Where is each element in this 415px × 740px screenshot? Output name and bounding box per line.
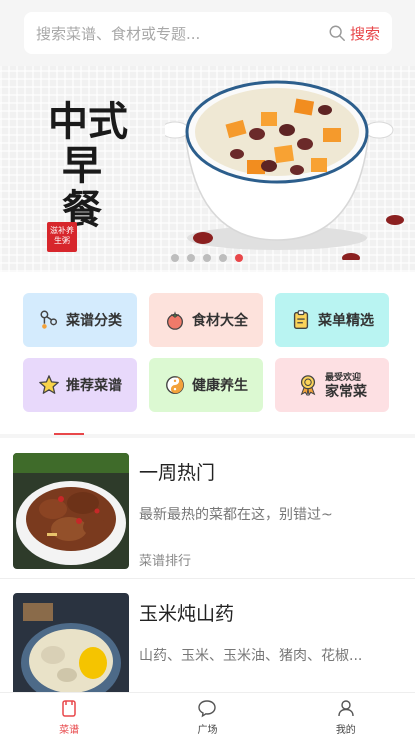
banner-seal: 滋补养生粥 bbox=[47, 222, 77, 252]
medal-icon bbox=[300, 375, 316, 396]
tab-indicator bbox=[54, 433, 84, 435]
list-item-title: 玉米炖山药 bbox=[139, 603, 235, 625]
category-recommended[interactable]: 推荐菜谱 bbox=[23, 358, 137, 412]
category-label: 推荐菜谱 bbox=[66, 378, 122, 394]
nav-label: 我的 bbox=[335, 724, 356, 736]
category-label: 菜单精选 bbox=[318, 313, 374, 329]
search-placeholder: 搜索菜谱、食材或专题... bbox=[36, 24, 201, 43]
recipe-list: 一周热门 最新最热的菜都在这，别错过~ 菜谱排行 玉米炖山药 山药、玉米、玉米油… bbox=[0, 438, 415, 692]
search-button[interactable]: 搜索 bbox=[350, 23, 380, 44]
category-label-stack: 最受欢迎 家常菜 bbox=[325, 371, 367, 399]
nav-label: 菜谱 bbox=[59, 724, 80, 736]
list-item[interactable]: 一周热门 最新最热的菜都在这，别错过~ 菜谱排行 bbox=[0, 438, 415, 578]
list-item-thumbnail bbox=[13, 453, 129, 569]
list-item-desc: 最新最热的菜都在这，别错过~ bbox=[139, 507, 333, 523]
bottom-nav: 菜谱 广场 我的 bbox=[0, 692, 415, 740]
category-label: 健康养生 bbox=[192, 378, 248, 394]
category-ingredients[interactable]: 食材大全 bbox=[149, 293, 263, 347]
carousel-dot[interactable] bbox=[203, 254, 211, 262]
carousel-dots[interactable] bbox=[171, 254, 243, 262]
banner-title: 中式 早餐 bbox=[48, 100, 128, 232]
search-input[interactable]: 搜索菜谱、食材或专题... 搜索 bbox=[24, 12, 392, 54]
category-label: 食材大全 bbox=[192, 313, 248, 329]
category-home-cooking[interactable]: 最受欢迎 家常菜 bbox=[275, 358, 389, 412]
list-item-thumbnail bbox=[13, 593, 129, 692]
star-icon bbox=[39, 375, 59, 394]
carousel-dot[interactable] bbox=[171, 254, 179, 262]
category-recipe-classification[interactable]: 菜谱分类 bbox=[23, 293, 137, 347]
nav-item-profile[interactable]: 我的 bbox=[277, 693, 415, 740]
carousel-dot-active[interactable] bbox=[235, 254, 243, 262]
banner-title-line1: 中式 bbox=[48, 98, 128, 145]
nav-item-square[interactable]: 广场 bbox=[138, 693, 276, 740]
user-icon bbox=[338, 699, 354, 716]
category-health[interactable]: 健康养生 bbox=[149, 358, 263, 412]
list-item-desc: 山药、玉米、玉米油、猪肉、花椒... bbox=[139, 648, 363, 664]
category-label-small: 最受欢迎 bbox=[325, 373, 362, 383]
carousel-dot[interactable] bbox=[219, 254, 227, 262]
clipboard-icon bbox=[293, 310, 309, 329]
porridge-bowl-image bbox=[165, 80, 404, 260]
carousel-dot[interactable] bbox=[187, 254, 195, 262]
tomato-icon bbox=[167, 311, 183, 330]
category-label: 家常菜 bbox=[325, 384, 367, 400]
banner-title-line2: 早餐 bbox=[62, 142, 102, 233]
share-icon bbox=[40, 310, 58, 329]
category-label: 菜谱分类 bbox=[66, 313, 122, 329]
list-item-tag: 菜谱排行 bbox=[139, 554, 192, 569]
list-item[interactable]: 玉米炖山药 山药、玉米、玉米油、猪肉、花椒... 菜谱 bbox=[0, 578, 415, 692]
category-grid: 菜谱分类 食材大全 菜单精选 推荐菜谱 健康养生 最受欢迎 家常菜 bbox=[0, 272, 415, 434]
banner-carousel[interactable]: 中式 早餐 滋补养生粥 bbox=[0, 66, 415, 272]
nav-item-recipes[interactable]: 菜谱 bbox=[0, 693, 138, 740]
search-bar-area: 搜索菜谱、食材或专题... 搜索 bbox=[0, 0, 415, 66]
nav-label: 广场 bbox=[197, 724, 218, 736]
book-icon bbox=[62, 699, 76, 717]
yin-yang-icon bbox=[166, 376, 184, 394]
category-menu-picks[interactable]: 菜单精选 bbox=[275, 293, 389, 347]
list-item-title: 一周热门 bbox=[139, 462, 216, 484]
chat-bubble-icon bbox=[198, 699, 217, 717]
search-icon[interactable] bbox=[328, 24, 346, 42]
